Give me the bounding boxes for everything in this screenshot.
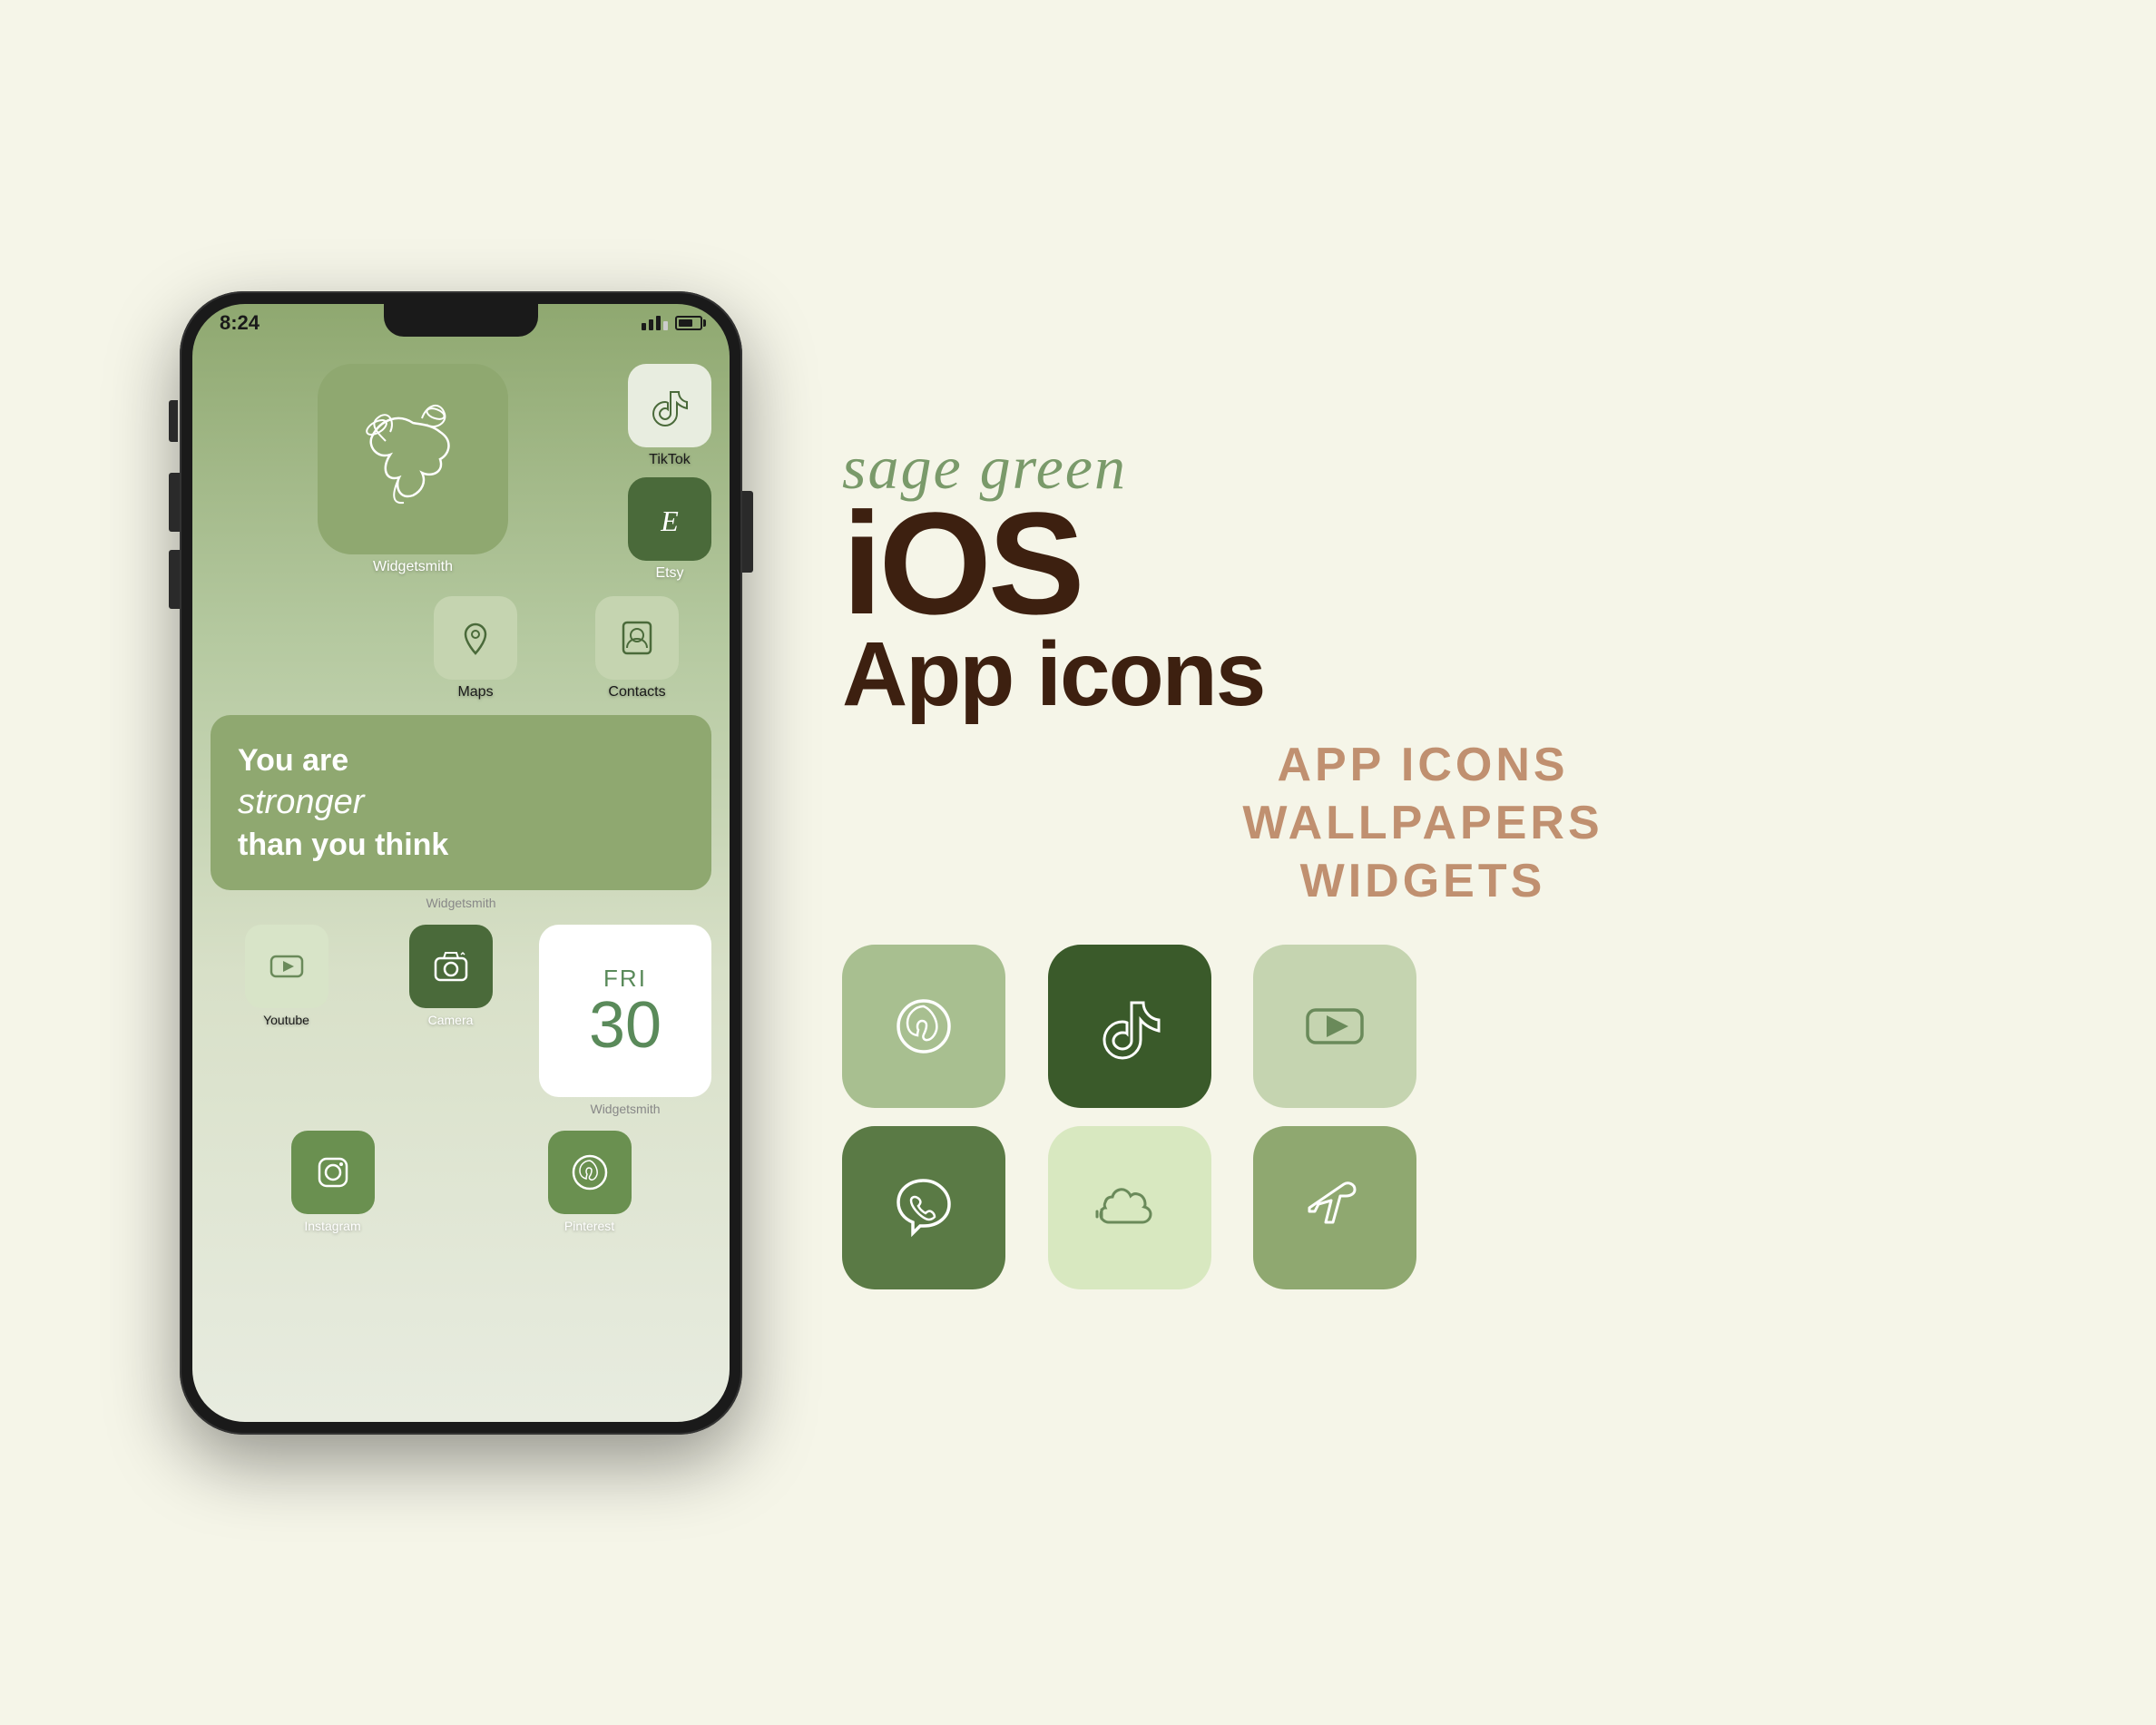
camera-icon[interactable] [409, 925, 493, 1008]
instagram-glyph [310, 1150, 356, 1195]
contacts-icon[interactable] [595, 596, 679, 680]
app-icons-heading: App icons [842, 629, 2004, 720]
tiktok-wrap: TikTok [628, 364, 711, 468]
bottom-row: Youtube Camera [211, 925, 711, 1116]
tiktok-glyph [647, 383, 692, 428]
signal-bars [642, 316, 668, 330]
camera-glyph [428, 944, 474, 989]
sample-icon-youtube [1253, 945, 1416, 1108]
calendar-num: 30 [589, 993, 662, 1058]
signal-bar-3 [656, 316, 661, 330]
signal-bar-1 [642, 323, 646, 330]
sample-icon-viber [842, 1126, 1005, 1289]
ios-text: iOS [842, 498, 2004, 629]
sample-icon-pinterest [842, 945, 1005, 1108]
plane-sample-glyph [1298, 1171, 1371, 1244]
youtube-icon[interactable] [245, 925, 328, 1008]
heading-block: sage green iOS App icons [842, 436, 2004, 720]
etsy-wrap: E Etsy [628, 477, 711, 582]
battery-icon [675, 316, 702, 330]
instagram-icon[interactable] [291, 1131, 375, 1214]
last-row: Instagram Pinterest [211, 1131, 711, 1233]
widgetsmith-large-label: Widgetsmith [373, 559, 453, 575]
contacts-glyph [614, 615, 660, 661]
power-button [742, 491, 753, 573]
pinterest-sample-glyph [887, 990, 960, 1063]
pinterest-label: Pinterest [564, 1219, 614, 1233]
maps-icon[interactable] [434, 596, 517, 680]
mute-button [169, 400, 178, 442]
tiktok-sample-glyph [1093, 990, 1166, 1063]
camera-label: Camera [428, 1013, 474, 1027]
volume-up-button [169, 473, 180, 532]
signal-bar-2 [649, 319, 653, 330]
signal-bar-4 [663, 321, 668, 330]
sample-icon-tiktok [1048, 945, 1211, 1108]
etsy-icon[interactable]: E [628, 477, 711, 561]
soundcloud-sample-glyph [1093, 1171, 1166, 1244]
contacts-label: Contacts [608, 684, 665, 701]
svg-text:E: E [660, 505, 679, 537]
features-list: APP ICONS WALLPAPERS WIDGETS [842, 738, 2004, 908]
volume-down-button [169, 550, 180, 609]
tiktok-label: TikTok [649, 452, 691, 468]
right-side: sage green iOS App icons APP ICONS WALLP… [769, 436, 2004, 1289]
tiktok-icon[interactable] [628, 364, 711, 447]
status-time: 8:24 [220, 311, 260, 335]
sample-icon-soundcloud [1048, 1126, 1211, 1289]
etsy-label: Etsy [655, 565, 683, 582]
status-icons [642, 316, 702, 330]
widget-text: You are stronger than you think [238, 740, 684, 866]
right-icons-col: TikTok E Etsy [628, 364, 711, 582]
viber-sample-glyph [887, 1171, 960, 1244]
main-container: 8:24 [80, 92, 2076, 1634]
calendar-attribution: Widgetsmith [590, 1102, 660, 1116]
feature-widgets: WIDGETS [842, 854, 2004, 908]
pinterest-icon[interactable] [548, 1131, 632, 1214]
widgetsmith-large-icon[interactable] [318, 364, 508, 554]
phone-container: 8:24 [152, 291, 769, 1435]
widget-banner: You are stronger than you think [211, 715, 711, 891]
youtube-label: Youtube [263, 1013, 309, 1027]
calendar-widget-wrap: FRI 30 Widgetsmith [539, 925, 711, 1116]
app-row-2: Maps Contacts [401, 596, 711, 701]
widget-line2: stronger [238, 783, 364, 821]
phone-screen: 8:24 [192, 304, 730, 1422]
widget-line1: You are [238, 743, 348, 778]
feature-app-icons: APP ICONS [842, 738, 2004, 792]
widget-line3: than you think [238, 828, 448, 862]
sample-icon-plane [1253, 1126, 1416, 1289]
maps-glyph [453, 615, 498, 661]
maps-label: Maps [457, 684, 493, 701]
battery-fill [679, 319, 692, 327]
instagram-label: Instagram [304, 1219, 360, 1233]
cloud-bg: You are stronger than you think Widgetsm… [211, 715, 711, 911]
notch [384, 304, 538, 337]
sample-icons-grid [842, 945, 1441, 1289]
youtube-sample-glyph [1298, 990, 1371, 1063]
camera-wrap: Camera [375, 925, 526, 1027]
youtube-wrap: Youtube [211, 925, 362, 1027]
pinterest-glyph [567, 1150, 612, 1195]
etsy-glyph: E [647, 496, 692, 542]
instagram-wrap: Instagram [211, 1131, 455, 1233]
feature-wallpapers: WALLPAPERS [842, 796, 2004, 850]
contacts-wrap: Contacts [563, 596, 711, 701]
phone-mockup: 8:24 [180, 291, 742, 1435]
pinterest-wrap: Pinterest [467, 1131, 711, 1233]
widget-attribution: Widgetsmith [211, 896, 711, 910]
youtube-glyph [266, 946, 308, 987]
bird-svg [349, 396, 476, 523]
calendar-widget: FRI 30 [539, 925, 711, 1097]
app-row-1: Widgetsmith TikTok [211, 364, 711, 582]
widgetsmith-large-wrap: Widgetsmith [211, 364, 615, 575]
maps-wrap: Maps [401, 596, 550, 701]
phone-content: Widgetsmith TikTok [192, 349, 730, 1422]
